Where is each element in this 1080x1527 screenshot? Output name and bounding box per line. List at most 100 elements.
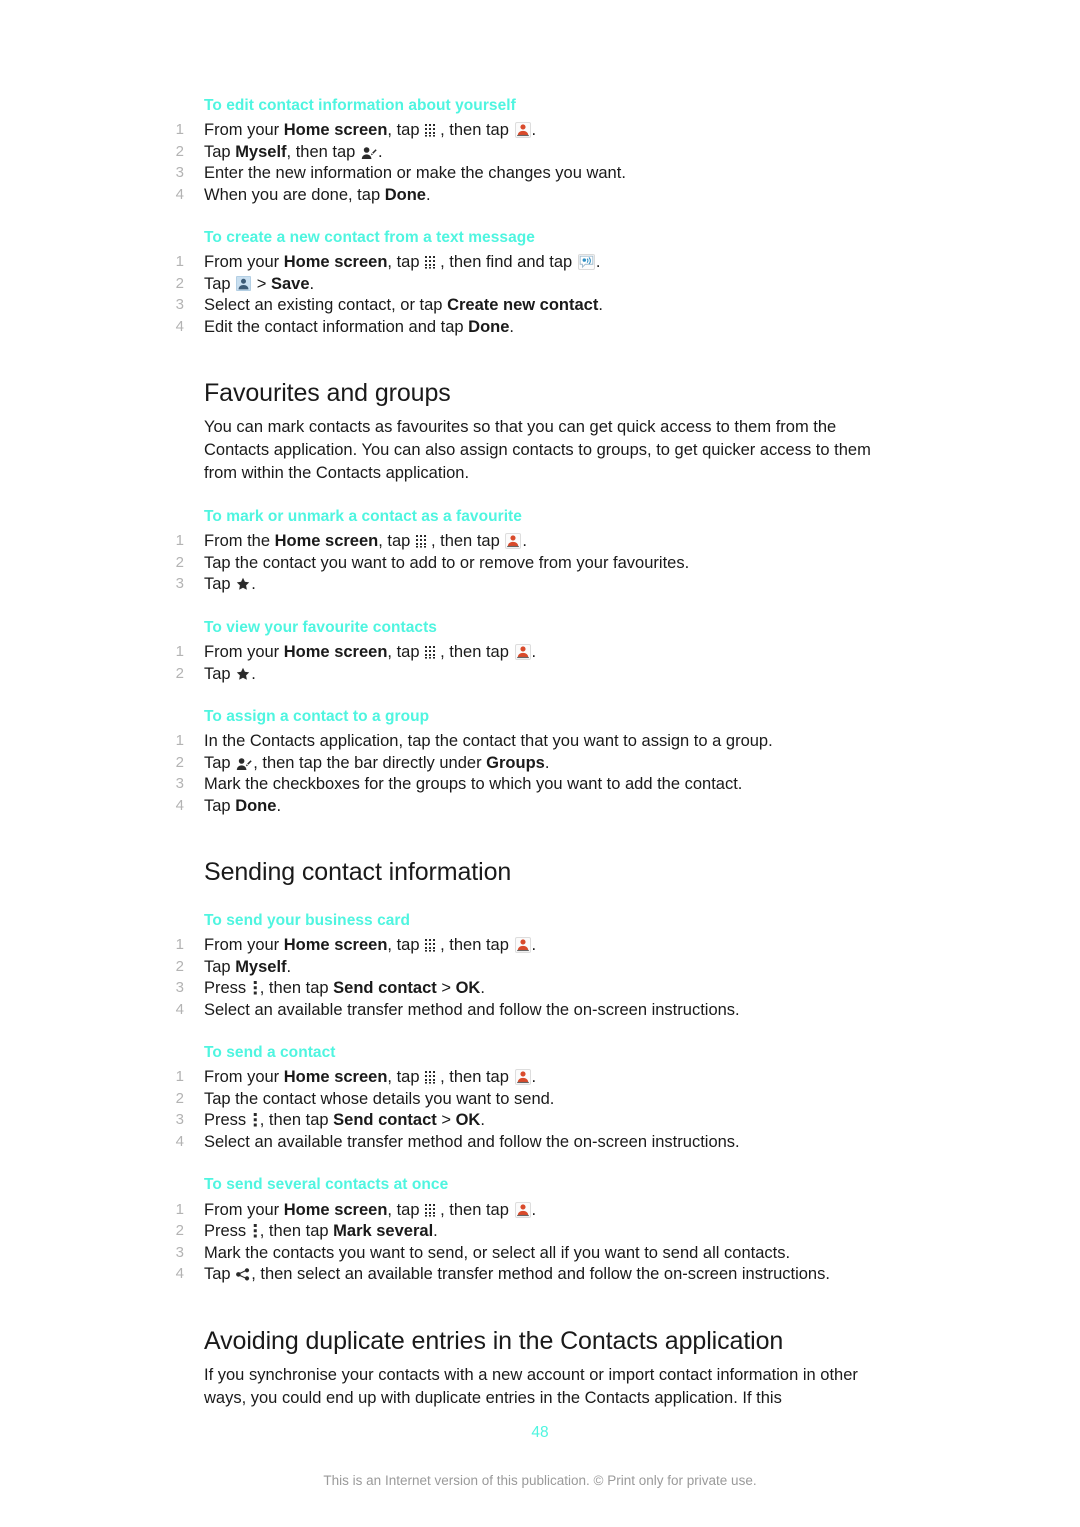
step-text: Press	[204, 1222, 251, 1241]
step-text: , tap	[387, 1068, 425, 1087]
procedure-send-contact: To send a contact From your Home screen,…	[168, 1043, 908, 1152]
step-item: Edit the contact information and tap Don…	[168, 317, 908, 338]
step-text: , then tap	[440, 936, 514, 955]
step-list: From your Home screen, tap , then tap . …	[168, 935, 908, 1020]
procedure-send-business-card: To send your business card From your Hom…	[168, 911, 908, 1020]
step-bold: Home screen	[283, 253, 388, 272]
step-item: From your Home screen, tap , then find a…	[168, 252, 908, 273]
step-item: Tap Myself, then tap .	[168, 142, 908, 163]
page-title-avoiding-duplicates: Avoiding duplicate entries in the Contac…	[204, 1326, 784, 1355]
step-text: .	[433, 1222, 438, 1241]
step-item: Select an available transfer method and …	[168, 1132, 740, 1152]
share-icon	[236, 1268, 250, 1281]
procedure-heading: To mark or unmark a contact as a favouri…	[204, 508, 522, 526]
step-text: Press	[204, 979, 251, 998]
procedure-assign-group: To assign a contact to a group In the Co…	[168, 707, 908, 816]
step-list: From the Home screen, tap , then tap . T…	[168, 531, 908, 595]
step-item: From your Home screen, tap , then tap .	[168, 1200, 908, 1221]
step-text: When you are done, tap	[204, 185, 385, 204]
app-grid-icon	[425, 1071, 439, 1085]
procedure-view-favourites: To view your favourite contacts From you…	[168, 618, 908, 684]
step-bold: Save	[271, 274, 310, 293]
step-item: In the Contacts application, tap the con…	[168, 731, 773, 751]
page-title-sending-contact-information: Sending contact information	[204, 858, 512, 887]
step-item: Tap Myself.	[168, 957, 908, 978]
step-text: >	[252, 274, 271, 293]
procedure-heading: To create a new contact from a text mess…	[204, 229, 535, 247]
avatar-icon	[236, 275, 252, 291]
step-text: .	[425, 185, 431, 204]
step-text: .	[598, 296, 603, 315]
step-text: , then select an available transfer meth…	[251, 1265, 830, 1284]
step-text: , then tap	[259, 1111, 334, 1130]
edit-contact-icon	[236, 757, 252, 771]
step-item: Select an available transfer method and …	[168, 1000, 740, 1020]
step-bold: Done	[384, 185, 426, 204]
step-item: Tap .	[168, 664, 908, 685]
step-text: Press	[204, 1111, 251, 1130]
procedure-heading: To send several contacts at once	[204, 1176, 449, 1194]
step-bold: OK	[455, 979, 481, 998]
step-bold: Home screen	[283, 1200, 388, 1219]
step-text: .	[544, 753, 550, 772]
step-text: .	[480, 979, 485, 998]
step-text: , tap	[387, 643, 425, 662]
procedure-heading: To assign a contact to a group	[204, 708, 430, 726]
star-icon	[236, 577, 250, 591]
procedure-edit-self: To edit contact information about yourse…	[168, 96, 908, 205]
step-text: .	[377, 142, 383, 161]
step-item: Tap the contact whose details you want t…	[168, 1089, 555, 1109]
procedure-mark-favourite: To mark or unmark a contact as a favouri…	[168, 507, 908, 595]
step-list: In the Contacts application, tap the con…	[168, 731, 908, 816]
step-item: Tap Done.	[168, 796, 908, 817]
step-text: , then tap	[259, 979, 334, 998]
step-text: .	[509, 317, 515, 336]
step-item: Mark the checkboxes for the groups to wh…	[168, 774, 743, 794]
step-text: .	[531, 121, 537, 140]
step-text: .	[251, 664, 256, 683]
step-text: Tap	[204, 142, 236, 161]
step-text: .	[531, 643, 537, 662]
step-text: , then tap	[440, 1068, 514, 1087]
overflow-menu-icon	[253, 981, 258, 995]
step-item: From the Home screen, tap , then tap .	[168, 531, 908, 552]
procedure-heading: To view your favourite contacts	[204, 618, 437, 636]
step-bold: Done	[468, 317, 510, 336]
step-text: >	[436, 979, 456, 998]
messaging-icon	[577, 254, 595, 271]
star-icon	[236, 667, 250, 681]
step-item: Tap the contact you want to add to or re…	[168, 553, 690, 573]
overflow-menu-icon	[253, 1113, 258, 1127]
step-bold: Home screen	[283, 1068, 388, 1087]
step-text: , then tap	[440, 121, 514, 140]
step-text: From your	[204, 1200, 284, 1219]
document-page: To edit contact information about yourse…	[0, 0, 1080, 1527]
step-item: Tap .	[168, 574, 908, 595]
step-list: From your Home screen, tap , then tap . …	[168, 1200, 908, 1285]
step-bold: Groups	[486, 753, 545, 772]
step-text: Tap	[204, 957, 236, 976]
step-text: From your	[204, 936, 284, 955]
step-text: , then tap the bar directly under	[253, 753, 487, 772]
procedure-heading: To send a contact	[204, 1044, 336, 1062]
procedure-heading: To edit contact information about yourse…	[204, 97, 516, 114]
step-text: .	[531, 1200, 537, 1219]
step-text: , tap	[378, 532, 415, 551]
step-text: , tap	[387, 1200, 425, 1219]
step-item: Press , then tap Send contact > OK.	[168, 1110, 908, 1131]
step-bold: Home screen	[283, 643, 388, 662]
step-text: From your	[204, 121, 284, 140]
step-bold: Home screen	[274, 532, 379, 551]
step-text: Tap	[204, 796, 236, 815]
step-item: Mark the contacts you want to send, or s…	[168, 1243, 791, 1263]
step-text: Tap	[204, 575, 236, 594]
step-text: , tap	[387, 253, 425, 272]
step-bold: Create new contact	[447, 296, 599, 315]
step-item: From your Home screen, tap , then tap .	[168, 1067, 908, 1088]
section-intro-paragraph: If you synchronise your contacts with a …	[204, 1365, 858, 1407]
